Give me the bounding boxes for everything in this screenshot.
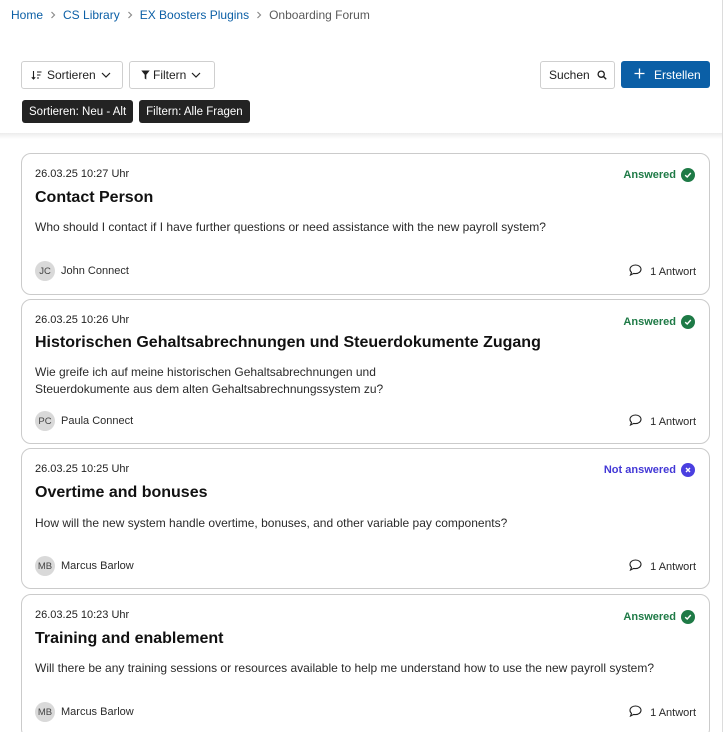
post-body: Wie greife ich auf meine historischen Ge…	[35, 365, 384, 396]
author-name: Marcus Barlow	[61, 706, 134, 718]
search-button-label: Suchen	[549, 68, 590, 82]
post-title[interactable]: Contact Person	[35, 189, 153, 207]
breadcrumb-cs-library[interactable]: CS Library	[63, 8, 120, 22]
post-title[interactable]: Overtime and bonuses	[35, 484, 208, 502]
post-date: 26.03.25 10:26 Uhr	[35, 314, 130, 326]
post-author: MB Marcus Barlow	[35, 556, 134, 576]
filter-button-label: Filtern	[153, 68, 187, 82]
chevron-right-icon	[43, 11, 63, 19]
reply-count-label: 1 Antwort	[650, 415, 696, 428]
reply-count[interactable]: 1 Antwort	[629, 264, 696, 279]
status-label: Not answered	[603, 464, 676, 476]
status-badge: Answered	[623, 315, 695, 329]
post-date: 26.03.25 10:27 Uhr	[35, 168, 130, 180]
post-author: JC John Connect	[35, 261, 129, 281]
post-title[interactable]: Training and enablement	[35, 630, 223, 648]
post-body: How will the new system handle overtime,…	[35, 516, 508, 530]
check-circle-icon	[681, 315, 695, 329]
chevron-right-icon	[249, 11, 269, 19]
post-card[interactable]: 26.03.25 10:25 Uhr Not answered Overtime…	[21, 448, 710, 589]
divider	[0, 133, 723, 139]
breadcrumb-current: Onboarding Forum	[269, 8, 370, 22]
post-card[interactable]: 26.03.25 10:26 Uhr Answered Historischen…	[21, 299, 710, 444]
breadcrumb: Home CS Library EX Boosters Plugins Onbo…	[11, 8, 370, 22]
reply-count[interactable]: 1 Antwort	[629, 559, 696, 574]
reply-count-label: 1 Antwort	[650, 706, 696, 719]
search-button[interactable]: Suchen	[540, 61, 615, 89]
plus-icon	[634, 68, 645, 82]
chevron-down-icon	[191, 72, 201, 78]
sort-button[interactable]: Sortieren	[21, 61, 123, 89]
avatar: MB	[35, 702, 55, 722]
status-label: Answered	[623, 611, 676, 623]
author-name: John Connect	[61, 265, 129, 277]
post-author: MB Marcus Barlow	[35, 702, 134, 722]
sort-icon	[31, 70, 42, 80]
avatar: MB	[35, 556, 55, 576]
post-author: PC Paula Connect	[35, 411, 133, 431]
avatar: JC	[35, 261, 55, 281]
status-badge: Not answered	[604, 463, 695, 477]
sort-button-label: Sortieren	[47, 68, 96, 82]
post-card[interactable]: 26.03.25 10:27 Uhr Answered Contact Pers…	[21, 153, 710, 295]
post-title[interactable]: Historischen Gehaltsabrechnungen und Ste…	[35, 334, 541, 352]
reply-count-label: 1 Antwort	[650, 265, 696, 278]
chevron-right-icon	[120, 11, 140, 19]
comment-icon	[629, 264, 650, 279]
author-name: Marcus Barlow	[61, 560, 134, 572]
active-filters: Sortieren: Neu - Alt Filtern: Alle Frage…	[22, 100, 250, 123]
toolbar: Sortieren Filtern Suchen Erstellen	[21, 61, 710, 89]
filter-icon	[141, 70, 150, 80]
status-badge: Answered	[623, 610, 695, 624]
status-label: Answered	[623, 169, 676, 181]
chip-sort[interactable]: Sortieren: Neu - Alt	[22, 100, 134, 123]
author-name: Paula Connect	[61, 415, 134, 427]
post-body: Who should I contact if I have further q…	[35, 220, 546, 234]
filter-button[interactable]: Filtern	[129, 61, 215, 89]
status-badge: Answered	[623, 168, 695, 182]
check-circle-icon	[681, 168, 695, 182]
post-date: 26.03.25 10:25 Uhr	[35, 463, 130, 475]
reply-count[interactable]: 1 Antwort	[629, 705, 696, 720]
comment-icon	[629, 559, 650, 574]
breadcrumb-ex-boosters-plugins[interactable]: EX Boosters Plugins	[140, 8, 249, 22]
comment-icon	[629, 414, 650, 429]
reply-count[interactable]: 1 Antwort	[629, 414, 696, 429]
chevron-down-icon	[101, 72, 111, 78]
check-circle-icon	[681, 610, 695, 624]
search-icon	[597, 70, 607, 80]
chip-filter[interactable]: Filtern: Alle Fragen	[139, 100, 250, 123]
status-label: Answered	[623, 316, 676, 328]
create-button-label: Erstellen	[654, 67, 701, 82]
post-card[interactable]: 26.03.25 10:23 Uhr Answered Training and…	[21, 594, 710, 732]
avatar: PC	[35, 411, 55, 431]
x-circle-icon	[681, 463, 695, 477]
create-button[interactable]: Erstellen	[621, 61, 710, 88]
post-body: Will there be any training sessions or r…	[35, 661, 654, 675]
breadcrumb-home[interactable]: Home	[11, 8, 43, 22]
post-date: 26.03.25 10:23 Uhr	[35, 609, 130, 621]
reply-count-label: 1 Antwort	[650, 560, 696, 573]
comment-icon	[629, 705, 650, 720]
